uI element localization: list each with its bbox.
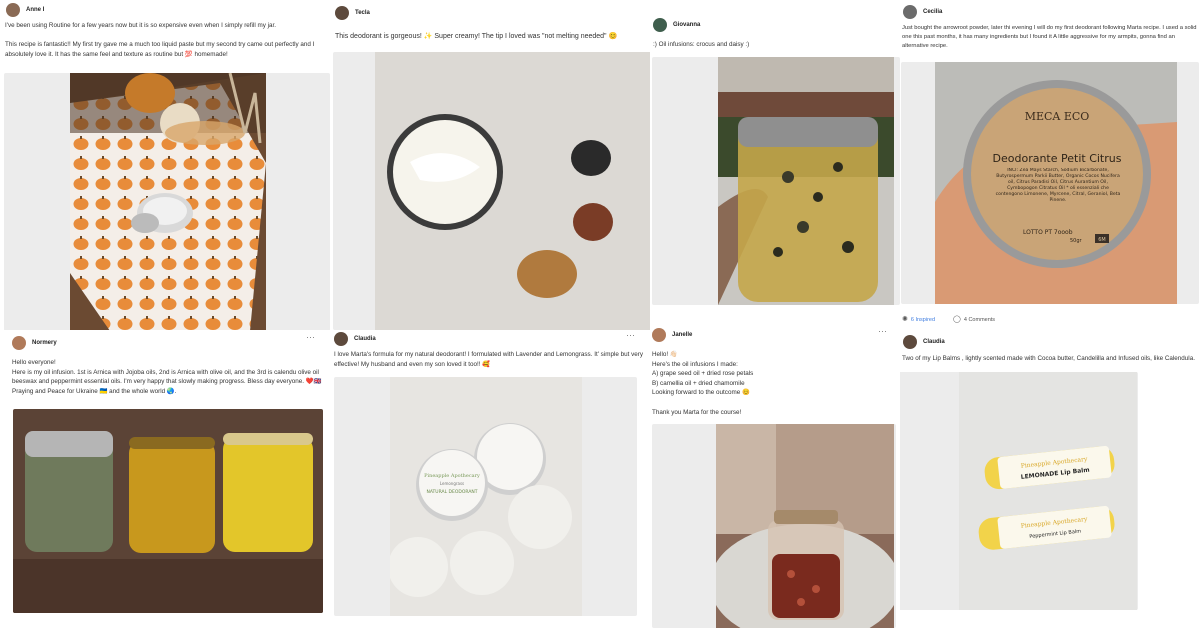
avatar[interactable]: [12, 336, 26, 350]
more-options-button[interactable]: ···: [306, 332, 315, 342]
post-header: Janelle: [652, 328, 692, 342]
oil-infusion-jars-photo: [13, 409, 323, 613]
post-image[interactable]: Pineapple Apothecary LEMONADE Lip Balm P…: [900, 372, 1138, 610]
post-header: Normery: [12, 336, 57, 350]
post-card: Tecla This deodorant is gorgeous! ✨ Supe…: [332, 0, 650, 330]
more-options-button[interactable]: ···: [626, 330, 635, 340]
author-name[interactable]: Tecla: [355, 10, 370, 16]
post-image[interactable]: Pineapple Apothecary Lemongrass NATURAL …: [334, 377, 637, 616]
author-name[interactable]: Giovanna: [673, 22, 700, 28]
label-pao: 6M: [1098, 237, 1106, 243]
label-line3: NATURAL DEODORANT: [426, 489, 477, 495]
post-text: I've been using Routine for a few years …: [5, 22, 315, 58]
post-image[interactable]: MECA ECO Deodorante Petit Citrus INCI: Z…: [901, 62, 1199, 304]
avatar[interactable]: [652, 328, 666, 342]
author-name[interactable]: Janelle: [672, 332, 692, 338]
lip-balm-tubes-photo: Pineapple Apothecary LEMONADE Lip Balm P…: [959, 372, 1137, 610]
author-name[interactable]: Claudia: [923, 339, 945, 345]
avatar[interactable]: [335, 6, 349, 20]
avatar[interactable]: [903, 335, 917, 349]
post-header: Claudia: [334, 332, 376, 346]
inspired-button[interactable]: ✺ 6 Inspired: [902, 315, 935, 323]
post-card: Cecilia Just bought the arrowroot powder…: [900, 0, 1200, 332]
post-card: Anne I I've been using Routine for a few…: [0, 0, 332, 330]
label-line2: Lemongrass: [440, 481, 464, 486]
deodorant-tins-photo: Pineapple Apothecary Lemongrass NATURAL …: [388, 377, 582, 616]
post-text: :) Oil infusions: crocus and daisy :): [653, 41, 750, 48]
post-header: Cecilia: [903, 5, 942, 19]
deodorant-jar-photo: [375, 52, 650, 330]
label-title: Deodorante Petit Citrus: [993, 152, 1122, 165]
post-image[interactable]: [333, 52, 650, 330]
inspired-icon: ✺: [902, 316, 908, 323]
author-name[interactable]: Normery: [32, 340, 57, 346]
comment-icon: ◯: [953, 316, 961, 323]
post-text: Two of my Lip Balms , lightly scented ma…: [902, 355, 1195, 362]
post-card: Normery ··· Hello everyone! Here is my o…: [0, 330, 332, 628]
author-name[interactable]: Cecilia: [923, 9, 942, 15]
post-card: Janelle ··· Hello! 👋🏻 Here's the oil inf…: [650, 320, 900, 628]
post-header: Giovanna: [653, 18, 700, 32]
oil-infusion-jar-photo: [718, 57, 894, 305]
label-inci: INCI: Zea Mays Starch, Sodium Bicarbonat…: [995, 168, 1121, 203]
pumpkin-tablecloth-photo: [70, 73, 266, 330]
post-image[interactable]: [652, 57, 900, 305]
post-image[interactable]: [13, 409, 323, 613]
label-line1: Pineapple Apothecary: [424, 473, 480, 479]
label-brand: MECA ECO: [1025, 110, 1090, 123]
post-card: Claudia Two of my Lip Balms , lightly sc…: [900, 332, 1200, 628]
more-options-button[interactable]: ···: [878, 326, 887, 336]
post-card: Giovanna :) Oil infusions: crocus and da…: [650, 0, 900, 305]
avatar[interactable]: [334, 332, 348, 346]
label-weight: 50gr: [1070, 238, 1083, 244]
deodorant-tin-photo: MECA ECO Deodorante Petit Citrus INCI: Z…: [935, 62, 1177, 304]
label-lot: LOTTO PT 7ooob: [1023, 229, 1073, 236]
avatar[interactable]: [6, 3, 20, 17]
post-text: I love Marta's formula for my natural de…: [334, 351, 643, 368]
post-header: Anne I: [6, 3, 44, 17]
post-image[interactable]: [652, 424, 896, 628]
post-image[interactable]: [4, 73, 330, 330]
post-header: Claudia: [903, 335, 945, 349]
post-card: Claudia ··· I love Marta's formula for m…: [332, 330, 650, 628]
rose-petal-jar-photo: [710, 424, 896, 628]
reaction-bar: ✺ 6 Inspired ◯ 4 Comments: [902, 315, 995, 323]
avatar[interactable]: [653, 18, 667, 32]
author-name[interactable]: Anne I: [26, 7, 44, 13]
post-text: Hello! 👋🏻 Here's the oil infusions I mad…: [652, 351, 754, 416]
comments-button[interactable]: ◯ 4 Comments: [953, 315, 995, 323]
avatar[interactable]: [903, 5, 917, 19]
post-text: This deodorant is gorgeous! ✨ Super crea…: [335, 33, 618, 40]
post-header: Tecla: [335, 6, 370, 20]
post-text: Hello everyone! Here is my oil infusion.…: [12, 359, 322, 395]
author-name[interactable]: Claudia: [354, 336, 376, 342]
post-text: Just bought the arrowroot powder, later …: [902, 25, 1197, 49]
